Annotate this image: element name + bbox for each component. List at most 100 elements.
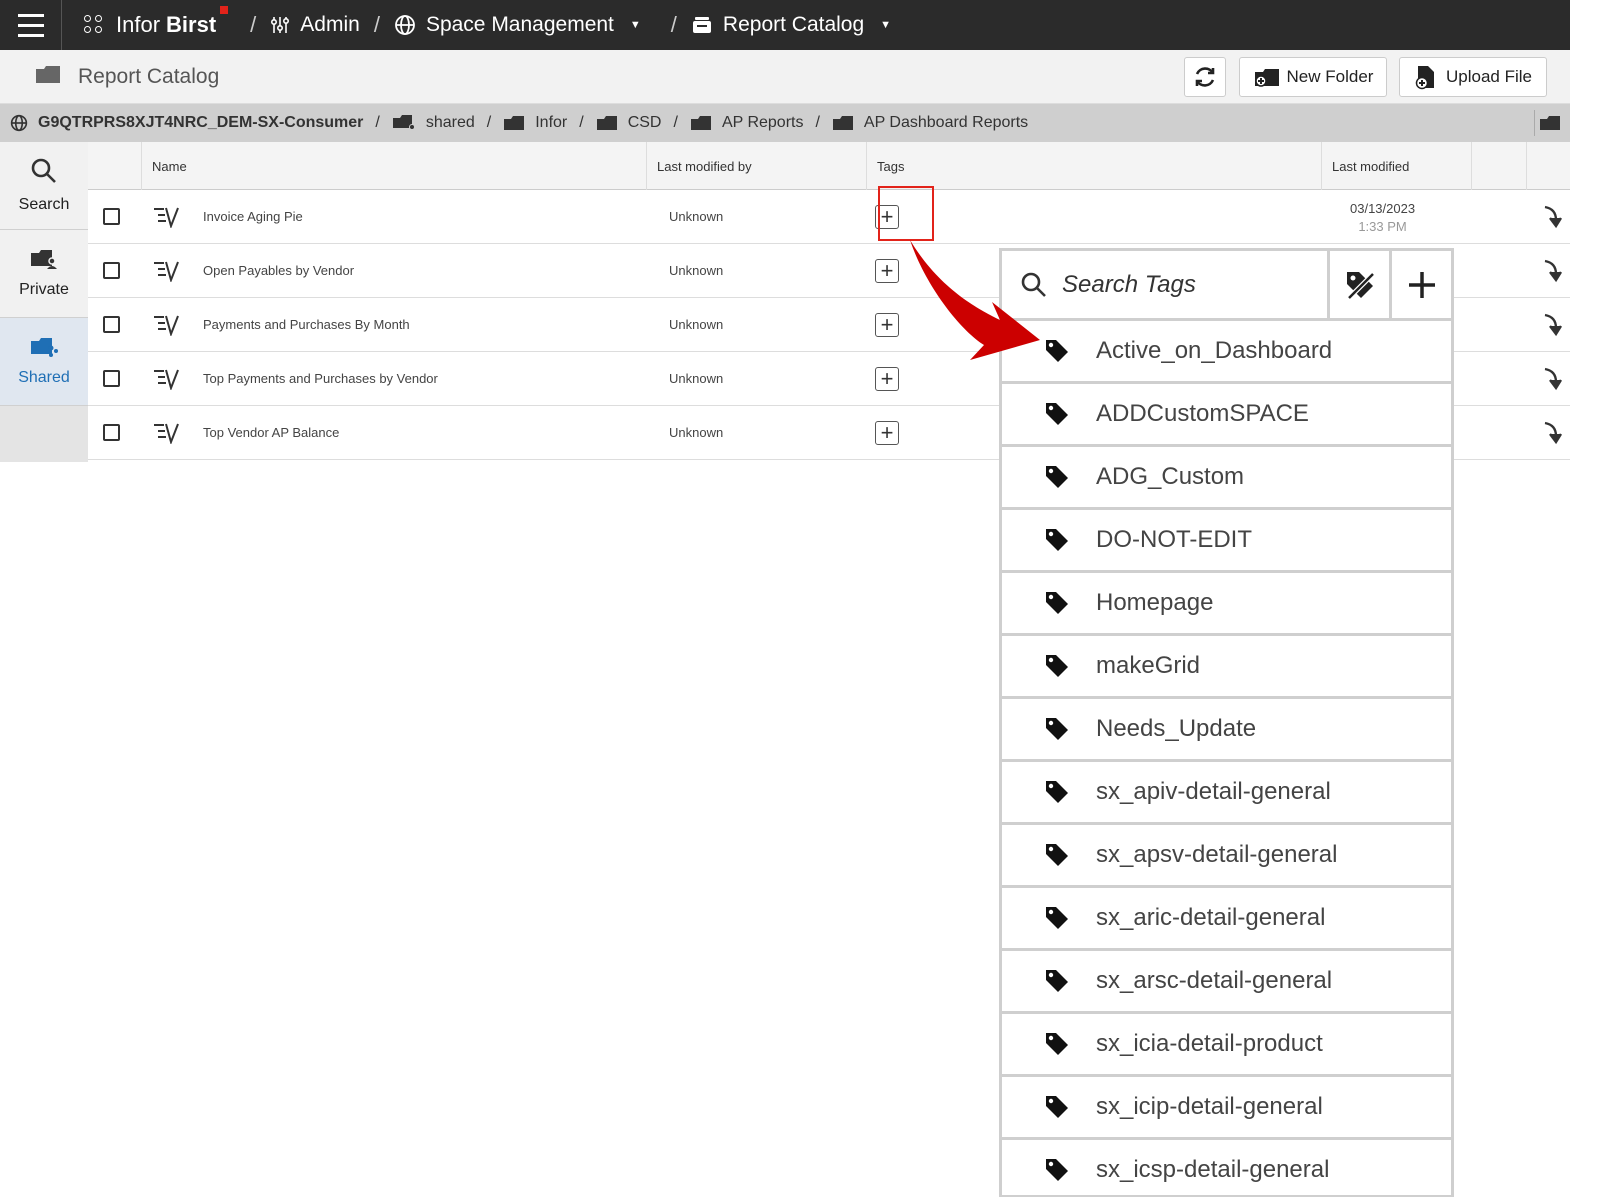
tag-label: Homepage — [1096, 589, 1214, 616]
tag-list: Active_on_Dashboard ADDCustomSPACE ADG_Cus… — [1002, 321, 1451, 1195]
report-name[interactable]: Payments and Purchases By Month — [203, 317, 410, 332]
refresh-button[interactable] — [1184, 57, 1226, 97]
report-name[interactable]: Top Vendor AP Balance — [203, 425, 339, 440]
path-ap-reports[interactable]: AP Reports — [690, 114, 803, 132]
row-checkbox[interactable] — [103, 316, 120, 333]
hamburger-menu-icon[interactable] — [0, 0, 62, 50]
tag-label: Needs_Update — [1096, 715, 1257, 742]
folder-open-icon — [1539, 116, 1560, 130]
tag-option[interactable]: sx_icip-detail-general — [1002, 1077, 1451, 1140]
breadcrumb-report-catalog[interactable]: Report Catalog ▼ — [691, 13, 891, 37]
report-name[interactable]: Open Payables by Vendor — [203, 263, 354, 278]
modified-by: Unknown — [669, 263, 724, 278]
chevron-down-icon: ▼ — [880, 19, 892, 31]
clear-tags-button[interactable] — [1327, 251, 1389, 318]
tag-label: makeGrid — [1096, 652, 1201, 679]
report-name[interactable]: Invoice Aging Pie — [203, 209, 303, 224]
tag-option[interactable]: sx_arsc-detail-general — [1002, 951, 1451, 1014]
path-csd[interactable]: CSD — [596, 114, 661, 132]
upload-file-button[interactable]: Upload File — [1399, 57, 1547, 97]
row-action-arrow-icon[interactable] — [1540, 420, 1564, 449]
row-action-arrow-icon[interactable] — [1540, 312, 1564, 341]
search-icon — [30, 157, 58, 190]
new-folder-button[interactable]: New Folder — [1239, 57, 1387, 97]
path-shared[interactable]: shared — [392, 114, 475, 132]
top-navigation-bar: Infor Birst / Admin / Space Management ▼… — [0, 0, 1570, 50]
page-title: Report Catalog — [78, 64, 220, 88]
folder-options-button[interactable] — [1534, 110, 1564, 136]
add-tag-button[interactable]: + — [875, 313, 899, 337]
report-name[interactable]: Top Payments and Purchases by Vendor — [203, 371, 438, 386]
table-row[interactable]: Invoice Aging Pie Unknown + 03/13/2023 1:… — [88, 190, 1570, 244]
row-action-arrow-icon[interactable] — [1540, 366, 1564, 395]
red-arrow-icon — [910, 240, 1040, 360]
infor-birst-logo[interactable]: Infor Birst — [84, 6, 229, 38]
breadcrumb-admin[interactable]: Admin — [270, 13, 360, 37]
tag-option[interactable]: ADDCustomSPACE — [1002, 384, 1451, 447]
tag-option[interactable]: makeGrid — [1002, 636, 1451, 699]
tag-icon — [1044, 716, 1070, 742]
tag-label: Active_on_Dashboard — [1096, 337, 1333, 364]
tag-option[interactable]: DO-NOT-EDIT — [1002, 510, 1451, 573]
tag-label: sx_icsp-detail-general — [1096, 1156, 1330, 1183]
path-ap-dashboard-reports[interactable]: AP Dashboard Reports — [832, 114, 1028, 132]
tag-option[interactable]: ADG_Custom — [1002, 447, 1451, 510]
last-modified: 03/13/2023 1:33 PM — [1350, 201, 1416, 234]
catalog-icon — [691, 14, 713, 36]
sidebar-item-search[interactable]: Search — [0, 142, 88, 230]
shared-folder-icon — [392, 114, 416, 132]
globe-icon — [10, 114, 28, 132]
column-header-last-modified[interactable]: Last modified — [1321, 142, 1471, 190]
tag-label: ADG_Custom — [1096, 463, 1245, 490]
tag-option[interactable]: sx_apsv-detail-general — [1002, 825, 1451, 888]
add-tag-button[interactable]: + — [875, 367, 899, 391]
tag-option[interactable]: sx_icia-detail-product — [1002, 1014, 1451, 1077]
tag-option[interactable]: sx_aric-detail-general — [1002, 888, 1451, 951]
tag-dropdown: Search Tags Active_on_Dashboard ADDCustom… — [999, 248, 1454, 1197]
column-header-modified-by[interactable]: Last modified by — [646, 142, 866, 190]
row-action-arrow-icon[interactable] — [1540, 204, 1564, 233]
report-visualizer-icon — [152, 260, 180, 285]
report-visualizer-icon — [152, 206, 180, 231]
admin-sliders-icon — [270, 15, 290, 35]
column-header-tags[interactable]: Tags — [866, 142, 1321, 190]
row-checkbox[interactable] — [103, 424, 120, 441]
tag-icon — [1044, 968, 1070, 994]
add-new-tag-button[interactable] — [1389, 251, 1451, 318]
tag-search-input[interactable]: Search Tags — [1002, 251, 1327, 318]
globe-icon — [394, 14, 416, 36]
report-visualizer-icon — [152, 314, 180, 339]
tag-icon — [1044, 401, 1070, 427]
tag-option[interactable]: Homepage — [1002, 573, 1451, 636]
tag-label: sx_aric-detail-general — [1096, 904, 1326, 931]
row-checkbox[interactable] — [103, 208, 120, 225]
column-header-name[interactable]: Name — [141, 142, 646, 190]
modified-by: Unknown — [669, 209, 724, 224]
title-bar: Report Catalog New Folder Upload File — [0, 50, 1570, 104]
tag-option[interactable]: Active_on_Dashboard — [1002, 321, 1451, 384]
add-tag-button[interactable]: + — [875, 421, 899, 445]
breadcrumb-space-management[interactable]: Space Management ▼ — [394, 13, 641, 37]
sidebar-item-shared[interactable]: Shared — [0, 318, 88, 406]
row-checkbox[interactable] — [103, 370, 120, 387]
path-infor[interactable]: Infor — [503, 114, 567, 132]
tag-option[interactable]: sx_icsp-detail-general — [1002, 1140, 1451, 1195]
tag-label: ADDCustomSPACE — [1096, 400, 1309, 427]
folder-icon — [690, 115, 712, 131]
tag-label: sx_icia-detail-product — [1096, 1030, 1323, 1057]
private-folder-icon — [30, 248, 58, 275]
path-root[interactable]: G9QTRPRS8XJT4NRC_DEM-SX-Consumer — [10, 114, 363, 132]
tag-icon — [1044, 527, 1070, 553]
sidebar-item-private[interactable]: Private — [0, 230, 88, 318]
add-tag-button[interactable]: + — [875, 259, 899, 283]
row-action-arrow-icon[interactable] — [1540, 258, 1564, 287]
row-checkbox[interactable] — [103, 262, 120, 279]
table-header: Name Last modified by Tags Last modified — [88, 142, 1570, 190]
brand-light: Infor — [116, 12, 161, 37]
modified-by: Unknown — [669, 317, 724, 332]
tag-label: sx_arsc-detail-general — [1096, 967, 1333, 994]
tag-label: sx_apiv-detail-general — [1096, 778, 1331, 805]
tag-option[interactable]: sx_apiv-detail-general — [1002, 762, 1451, 825]
tag-icon — [1044, 1031, 1070, 1057]
tag-option[interactable]: Needs_Update — [1002, 699, 1451, 762]
